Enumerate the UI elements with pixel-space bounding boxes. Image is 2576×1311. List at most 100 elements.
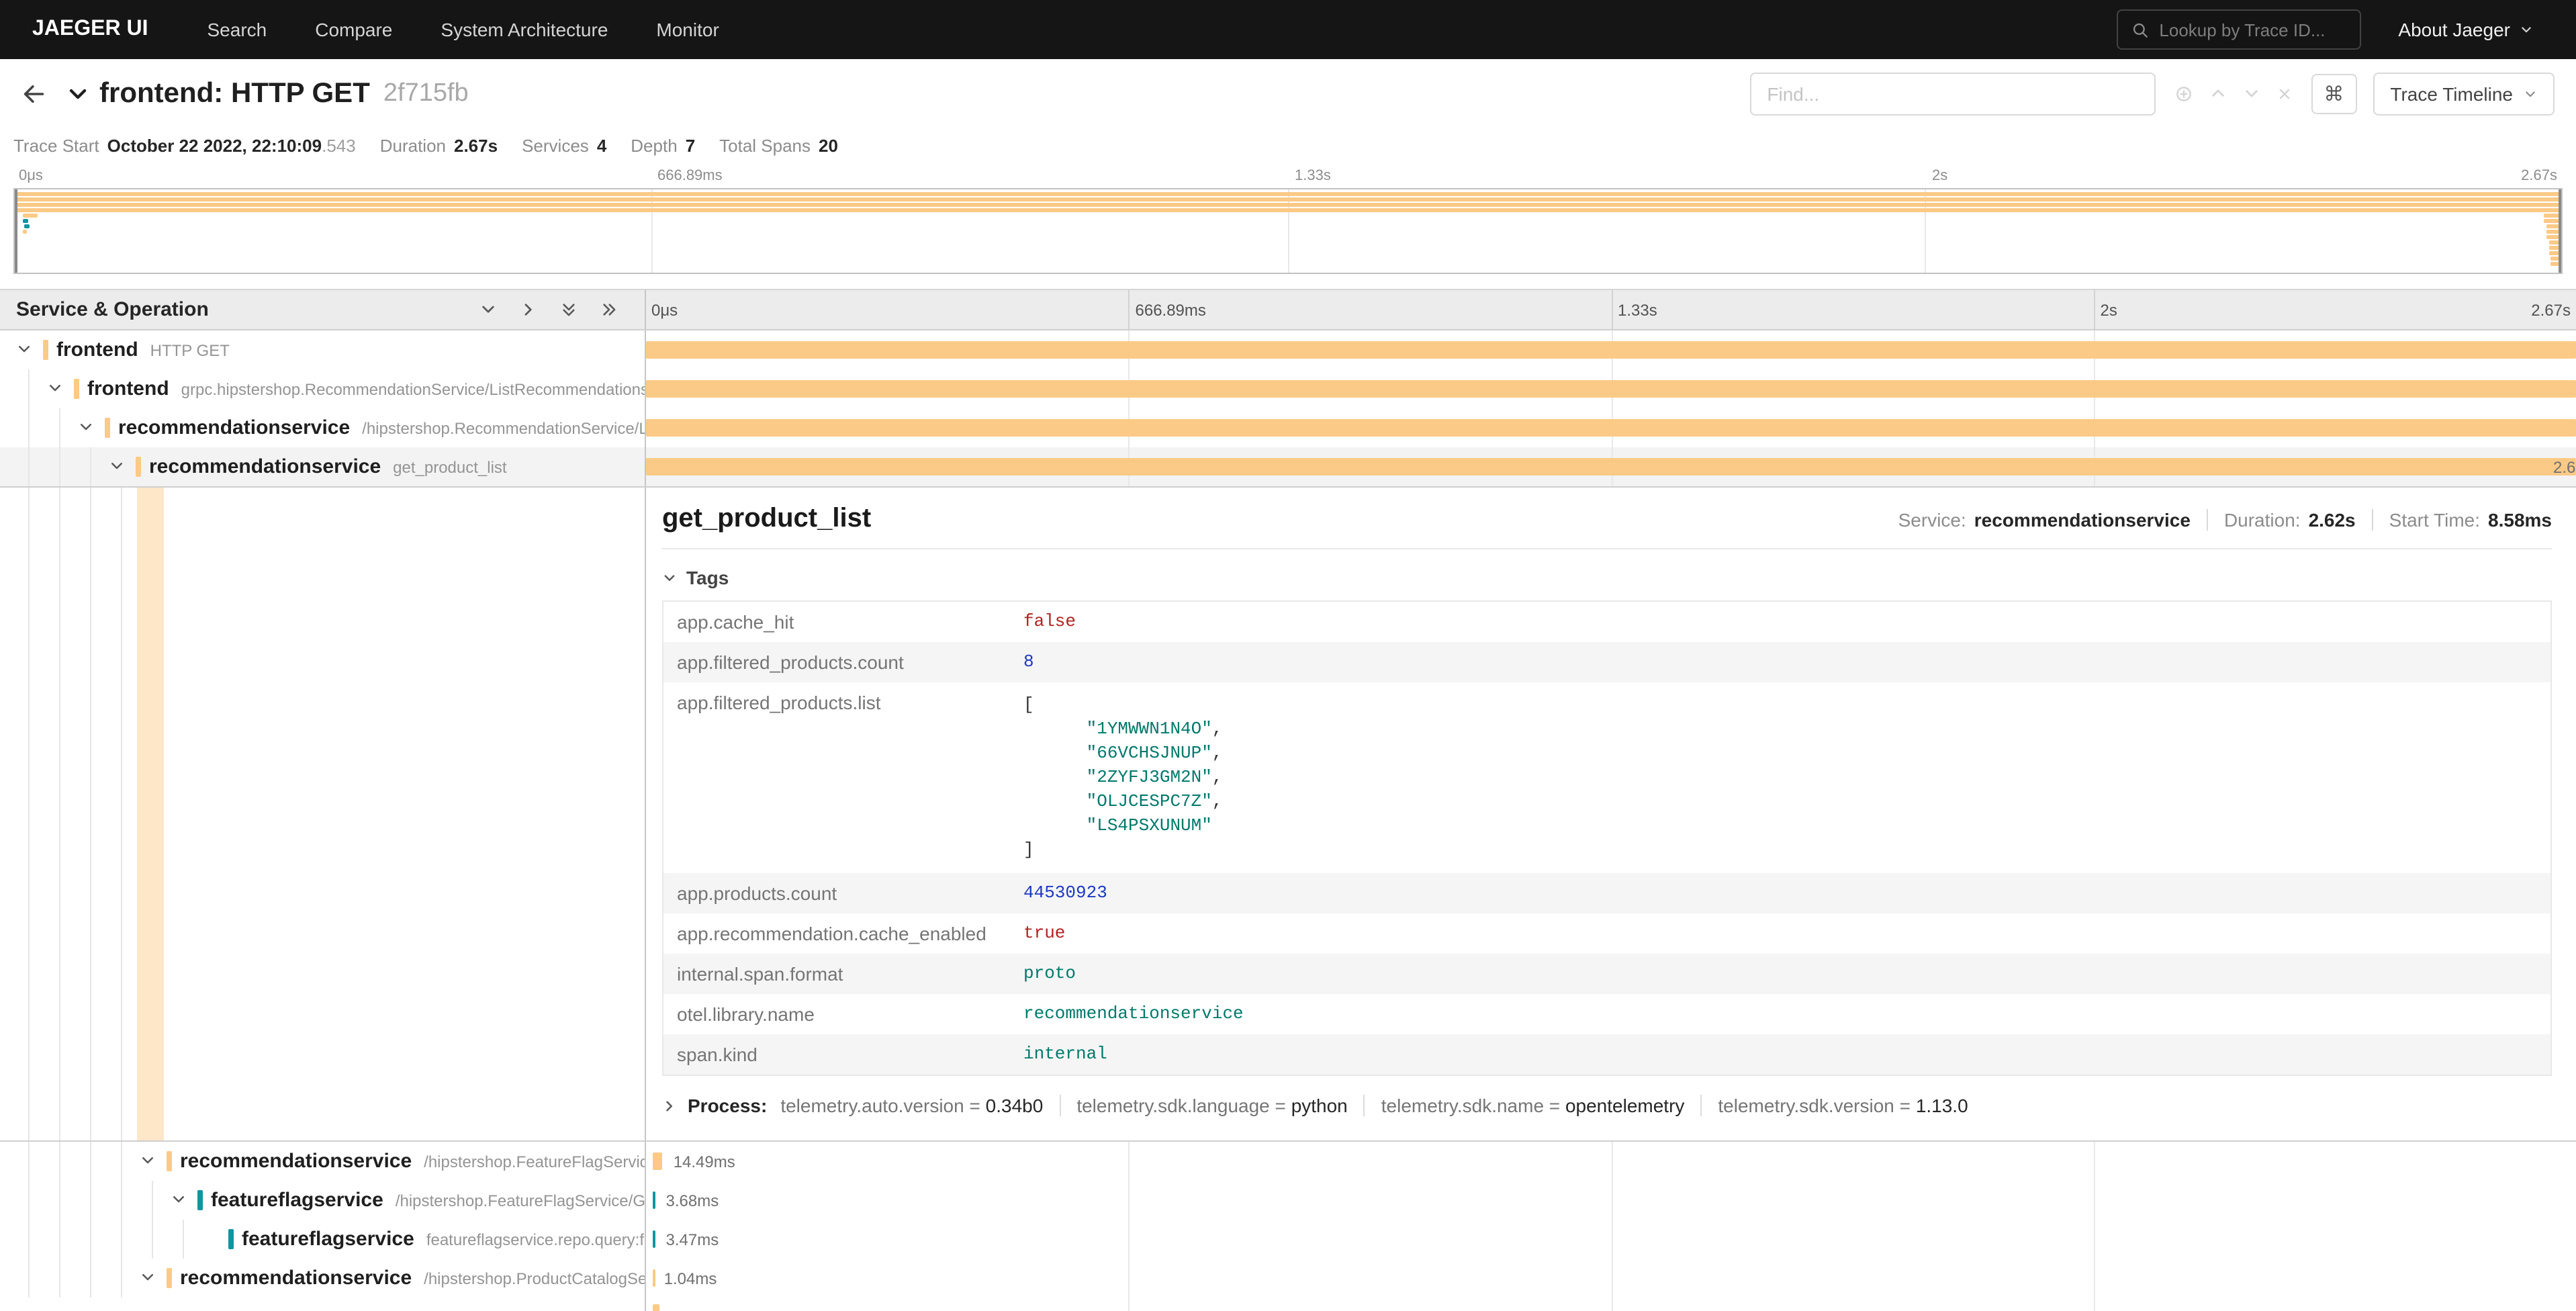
minimap-drag-handle-right[interactable]: [2559, 189, 2561, 273]
deep-link-icon[interactable]: [2534, 1139, 2552, 1140]
collapse-chevron-icon[interactable]: [16, 341, 35, 360]
span-duration-bar[interactable]: [646, 419, 2576, 437]
keyboard-shortcuts-button[interactable]: ⌘: [2311, 73, 2356, 114]
back-button[interactable]: [21, 81, 46, 105]
process-section-toggle[interactable]: Process: telemetry.auto.version = 0.34b0…: [662, 1095, 2552, 1116]
span-bar-cell[interactable]: 14.49ms: [646, 1142, 2576, 1181]
span-row[interactable]: featureflagservice featureflagservice.rep…: [0, 1220, 2576, 1259]
collapse-chevron-icon[interactable]: [78, 419, 97, 438]
span-bar-cell[interactable]: 2.62s: [646, 447, 2576, 486]
span-bar-cell[interactable]: [646, 408, 2576, 447]
tags-table: app.cache_hitfalseapp.filtered_products.…: [662, 600, 2552, 1076]
span-name-cell: frontendHTTP GET: [0, 330, 646, 369]
span-row[interactable]: recommendationserviceget_product_list 2.6…: [0, 447, 2576, 486]
chevron-right-icon[interactable]: [520, 301, 537, 318]
span-row[interactable]: featureflagservice/hipstershop.FeatureFl…: [0, 1181, 2576, 1220]
prev-match-icon[interactable]: [2209, 85, 2226, 102]
nav-item-monitor[interactable]: Monitor: [632, 0, 743, 59]
nav-item-search[interactable]: Search: [183, 0, 291, 59]
operation-name: featureflagservice.repo.query:fe…: [426, 1230, 646, 1249]
tags-section-toggle[interactable]: Tags: [662, 560, 2552, 595]
span-row[interactable]: frontendHTTP GET: [0, 330, 2576, 369]
tag-value-text: true: [1023, 923, 1065, 943]
minimap-canvas[interactable]: [13, 188, 2563, 274]
service-color-bar: [197, 1190, 203, 1210]
span-bar-cell[interactable]: [646, 330, 2576, 369]
tag-key: app.recommendation.cache_enabled: [663, 913, 1010, 954]
indent-guide: [90, 1259, 91, 1298]
chevron-down-icon[interactable]: [479, 301, 497, 318]
indent-guide: [90, 447, 91, 486]
span-duration-bar[interactable]: [646, 341, 2576, 359]
span-name-cell: recommendationservice/hipstershop.Recomm…: [0, 408, 646, 447]
span-bar-cell[interactable]: [646, 369, 2576, 408]
span-row[interactable]: recommendationservice/hipstershop.Produc…: [0, 1259, 2576, 1298]
process-tag-equals: =: [1270, 1095, 1291, 1116]
span-row[interactable]: recommendationservice/hipstershop.Recomm…: [0, 408, 2576, 447]
span-bar-cell[interactable]: 1.04ms: [646, 1259, 2576, 1298]
span-bar-cell[interactable]: [646, 1298, 2576, 1311]
span-name-cell: featureflagservice featureflagservice.rep…: [0, 1220, 646, 1259]
service-operation-header: Service & Operation: [16, 298, 209, 321]
indent-guide: [59, 1220, 60, 1259]
trace-lookup-box[interactable]: [2116, 9, 2360, 50]
collapse-chevron-icon[interactable]: [47, 380, 66, 399]
collapse-chevron-icon[interactable]: [109, 458, 128, 477]
span-tree-label: recommendationserviceget_product_list: [136, 447, 507, 486]
span-bar-cell[interactable]: 3.68ms: [646, 1181, 2576, 1220]
span-duration-label: 14.49ms: [674, 1154, 735, 1171]
span-duration-bar[interactable]: [652, 1269, 655, 1287]
span-bar-cell[interactable]: 3.47ms: [646, 1220, 2576, 1259]
arrow-left-icon: [21, 81, 46, 105]
indent-guide: [59, 1259, 60, 1298]
double-chevron-down-icon[interactable]: [560, 301, 578, 318]
indent-guide: [28, 1142, 30, 1181]
collapse-chevron-icon[interactable]: [140, 1269, 158, 1288]
span-name-cell: frontendgrpc.hipstershop.RecommendationS…: [0, 369, 646, 408]
trace-lookup-input[interactable]: [2159, 19, 2346, 40]
process-tag-key: telemetry.sdk.language: [1076, 1095, 1269, 1116]
grid-line: [1611, 1259, 1612, 1298]
span-row[interactable]: frontendgrpc.hipstershop.RecommendationS…: [0, 369, 2576, 408]
summary-value: 4: [597, 136, 606, 156]
about-jaeger-menu[interactable]: About Jaeger: [2398, 19, 2533, 40]
span-duration-label: 3.68ms: [666, 1193, 719, 1210]
tag-value: 8: [1010, 642, 2550, 681]
find-input[interactable]: [1749, 72, 2155, 115]
span-duration-bar[interactable]: [646, 380, 2576, 398]
service-name: featureflagservice: [242, 1228, 414, 1251]
indent-guide: [152, 1220, 153, 1259]
trace-view-dropdown[interactable]: Trace Timeline: [2373, 72, 2555, 115]
next-match-icon[interactable]: [2242, 85, 2260, 102]
clear-find-icon[interactable]: [2276, 85, 2292, 101]
span-duration-bar[interactable]: [652, 1152, 663, 1170]
minimap-drag-handle-left[interactable]: [15, 189, 17, 273]
focus-matches-icon[interactable]: [2174, 84, 2193, 103]
trace-collapse-toggle[interactable]: [67, 83, 89, 104]
span-duration-bar[interactable]: [653, 1230, 655, 1248]
service-name: recommendationservice: [118, 416, 350, 439]
span-duration-bar[interactable]: [646, 458, 2576, 476]
collapse-chevron-icon[interactable]: [140, 1152, 158, 1171]
span-detail-panel: get_product_list Service:recommendations…: [646, 488, 2576, 1140]
operation-name: /hipstershop.RecommendationService/Lis…: [362, 418, 646, 437]
summary-item: Services4: [522, 136, 606, 156]
span-duration-bar[interactable]: [652, 1304, 659, 1311]
double-chevron-right-icon[interactable]: [600, 301, 618, 318]
indent-guide: [90, 1181, 91, 1220]
nav-item-compare[interactable]: Compare: [291, 0, 416, 59]
indent-guide: [183, 1220, 184, 1259]
collapse-chevron-icon[interactable]: [171, 1191, 189, 1210]
selected-span-indent-band: [137, 488, 164, 1140]
nav-item-system-architecture[interactable]: System Architecture: [416, 0, 632, 59]
jaeger-logo[interactable]: JAEGER UI: [32, 17, 148, 42]
span-row[interactable]: recommendationservice/hipstershop.Featur…: [0, 1142, 2576, 1181]
span-duration-bar[interactable]: [652, 1191, 655, 1209]
trace-summary-bar: Trace StartOctober 22 2022, 22:10:09.543…: [0, 128, 2576, 164]
tag-value-text: internal: [1023, 1044, 1107, 1064]
process-tag: telemetry.sdk.version = 1.13.0: [1700, 1095, 1968, 1116]
span-id-label: SpanID:: [2305, 1138, 2368, 1140]
span-duration-label: 2.62s: [2553, 459, 2576, 477]
divider: [662, 548, 2552, 549]
span-row-partial[interactable]: [0, 1298, 2576, 1311]
